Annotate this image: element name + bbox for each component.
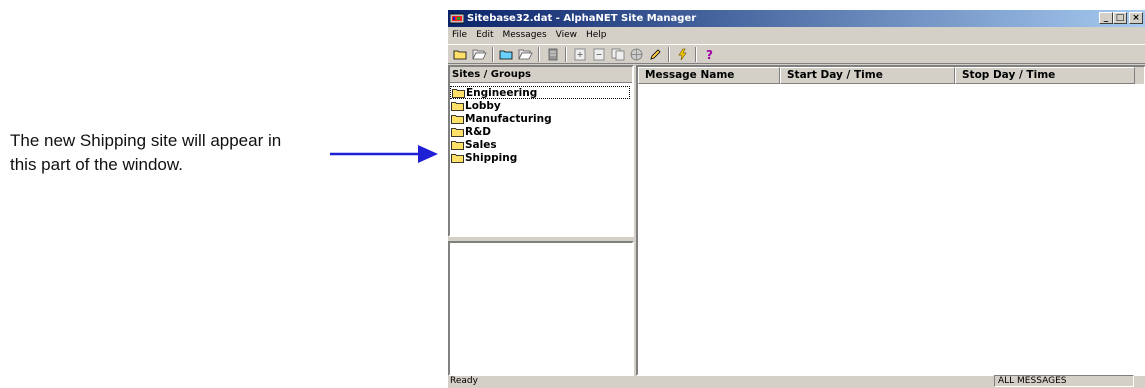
column-stop-day-time[interactable]: Stop Day / Time: [955, 67, 1135, 84]
site-details-pane[interactable]: [448, 241, 634, 376]
site-sales[interactable]: Sales: [450, 138, 632, 151]
minimize-button[interactable]: _: [1099, 12, 1113, 24]
sites-tree: Engineering Lobby Manufacturing R&D Sale…: [450, 83, 632, 164]
file-open-icon[interactable]: [517, 47, 534, 62]
status-text: Ready: [450, 376, 478, 386]
callout-arrow-icon: [330, 145, 438, 163]
folder-icon: [451, 114, 464, 124]
open-folder-icon[interactable]: [452, 47, 469, 62]
toolbar-separator: [668, 46, 670, 62]
site-rnd[interactable]: R&D: [450, 125, 632, 138]
book-icon[interactable]: [544, 47, 561, 62]
site-manufacturing[interactable]: Manufacturing: [450, 112, 632, 125]
column-start-day-time[interactable]: Start Day / Time: [780, 67, 955, 84]
close-button[interactable]: ×: [1129, 12, 1143, 24]
messages-pane[interactable]: Message Name Start Day / Time Stop Day /…: [636, 65, 1145, 376]
folder-icon[interactable]: [498, 47, 515, 62]
menu-file[interactable]: File: [452, 27, 467, 44]
menu-help[interactable]: Help: [586, 27, 607, 44]
toolbar: ?: [448, 44, 1145, 64]
toolbar-separator: [695, 46, 697, 62]
app-icon: [450, 13, 464, 24]
copy-doc-icon[interactable]: [609, 47, 626, 62]
status-filter: ALL MESSAGES: [994, 375, 1134, 387]
app-window: Sitebase32.dat - AlphaNET Site Manager _…: [447, 9, 1145, 388]
site-label: Lobby: [465, 99, 501, 112]
menu-messages[interactable]: Messages: [503, 27, 547, 44]
maximize-button[interactable]: □: [1113, 12, 1127, 24]
plus-doc-icon[interactable]: [571, 47, 588, 62]
folder-icon: [451, 140, 464, 150]
globe-icon[interactable]: [628, 47, 645, 62]
site-lobby[interactable]: Lobby: [450, 99, 632, 112]
callout-line-1: The new Shipping site will appear in: [10, 131, 282, 150]
open-file-icon[interactable]: [471, 47, 488, 62]
folder-icon: [451, 153, 464, 163]
menu-bar: File Edit Messages View Help: [448, 27, 1145, 44]
site-label: R&D: [465, 125, 491, 138]
sites-groups-pane: Sites / Groups Engineering Lobby Manufac…: [448, 65, 634, 237]
site-label: Manufacturing: [465, 112, 552, 125]
folder-icon: [452, 88, 465, 98]
site-label: Shipping: [465, 151, 518, 164]
lightning-icon[interactable]: [674, 47, 691, 62]
messages-column-headers: Message Name Start Day / Time Stop Day /…: [638, 67, 1144, 84]
site-label: Engineering: [466, 86, 538, 99]
toolbar-separator: [538, 46, 540, 62]
callout-line-2: this part of the window.: [10, 155, 183, 174]
folder-icon: [451, 101, 464, 111]
minus-doc-icon[interactable]: [590, 47, 607, 62]
title-bar[interactable]: Sitebase32.dat - AlphaNET Site Manager _…: [448, 10, 1145, 27]
site-label: Sales: [465, 138, 497, 151]
column-message-name[interactable]: Message Name: [638, 67, 780, 84]
svg-text:?: ?: [706, 48, 713, 61]
status-bar: Ready ALL MESSAGES: [448, 375, 1145, 388]
menu-edit[interactable]: Edit: [476, 27, 493, 44]
folder-icon: [451, 127, 464, 137]
sites-groups-header: Sites / Groups: [450, 67, 632, 83]
site-engineering[interactable]: Engineering: [450, 86, 630, 99]
toolbar-separator: [492, 46, 494, 62]
help-icon[interactable]: ?: [701, 47, 718, 62]
callout-text: The new Shipping site will appear in thi…: [10, 129, 355, 177]
window-title: Sitebase32.dat - AlphaNET Site Manager: [467, 13, 697, 24]
site-shipping[interactable]: Shipping: [450, 151, 632, 164]
menu-view[interactable]: View: [556, 27, 577, 44]
pencil-icon[interactable]: [647, 47, 664, 62]
toolbar-separator: [565, 46, 567, 62]
